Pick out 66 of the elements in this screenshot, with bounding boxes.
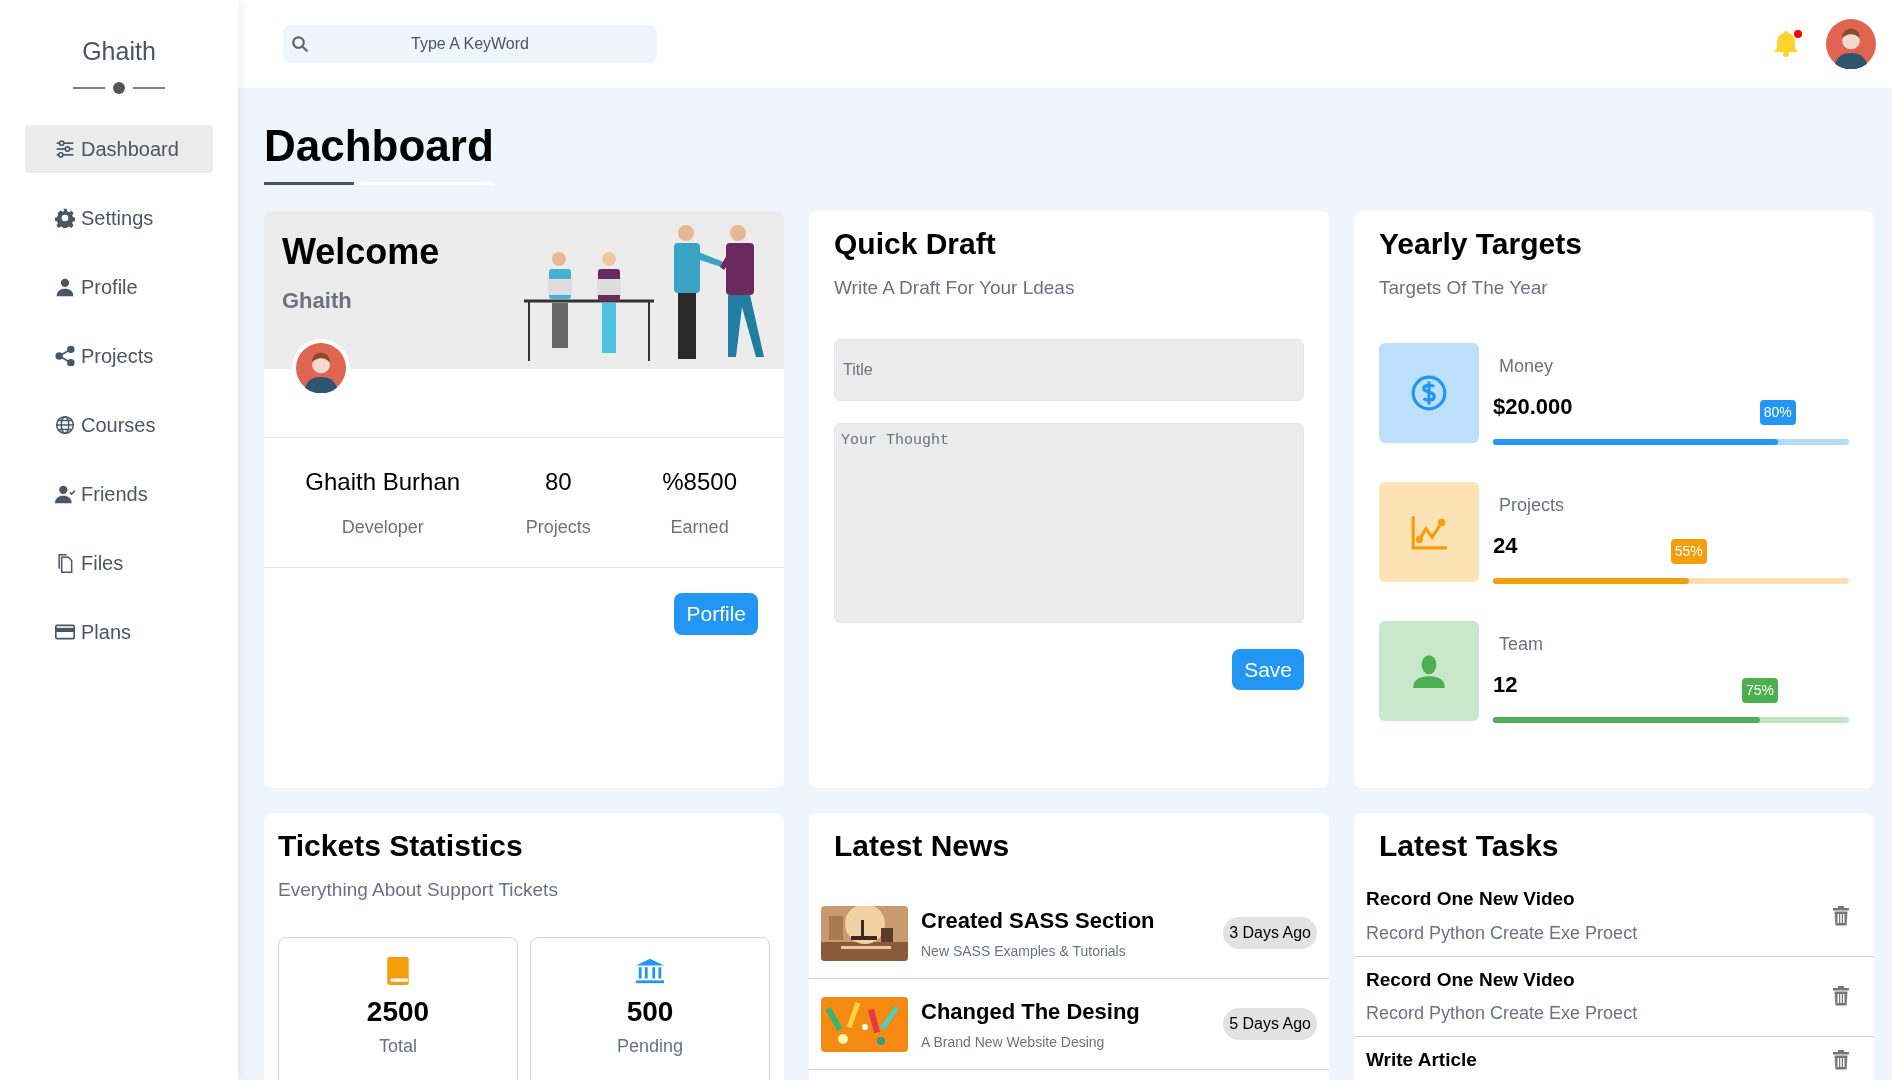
stat-label: Total: [379, 1034, 417, 1058]
page-title: Dachboard: [264, 121, 494, 170]
welcome-heading: Welcome: [282, 230, 440, 274]
news-title: Created SASS Section: [921, 907, 1155, 935]
task-title: Record One New Video: [1366, 887, 1575, 911]
sidebar-item[interactable]: Projects: [25, 331, 213, 380]
stat-value: %8500: [662, 467, 737, 497]
globe-icon: [55, 414, 75, 435]
news-subtitle: A Brand New Website Desing: [921, 1033, 1105, 1052]
stat-label: Projects: [525, 516, 591, 539]
thought-textarea[interactable]: Your Thought: [834, 422, 1304, 623]
card-subtitle: Write A Draft For Your Ldeas: [834, 276, 1075, 300]
title-input[interactable]: Title: [834, 338, 1304, 401]
search-icon: [291, 35, 309, 53]
sidebar-item[interactable]: Plans: [25, 607, 213, 656]
target-label: Projects: [1499, 493, 1565, 517]
stat-label: Earned: [670, 516, 729, 539]
target-value: 24: [1493, 531, 1518, 560]
card-title: Tickets Statistics: [278, 828, 523, 864]
task-title: Record One New Video: [1366, 967, 1575, 992]
sidebar-item[interactable]: Courses: [25, 400, 213, 449]
stat-value: Ghaith Burhan: [305, 467, 461, 497]
user-name: Ghaith: [282, 287, 352, 315]
stat-value: 500: [626, 994, 674, 1029]
sidebar-item[interactable]: Files: [25, 538, 213, 587]
users-icon: [55, 483, 75, 504]
card-title: Quick Draft: [834, 226, 996, 262]
stat-label: Developer: [341, 516, 424, 539]
share-icon: [55, 345, 75, 366]
date-badge: 3 Days Ago: [1223, 917, 1317, 949]
stat-value: 80: [545, 467, 572, 497]
card-title: Latest News: [833, 828, 1011, 864]
date-badge: 5 Days Ago: [1223, 1008, 1317, 1040]
card-title: Yearly Targets: [1379, 226, 1582, 262]
card-title: Latest Tasks: [1378, 828, 1560, 864]
target-value: 12: [1493, 670, 1518, 699]
sliders-icon: [55, 138, 75, 159]
sidebar-item[interactable]: Settings: [25, 193, 213, 242]
stat-value: 2500: [366, 994, 430, 1029]
search-field[interactable]: Type A KeyWord: [283, 25, 657, 63]
target-label: Money: [1499, 354, 1554, 378]
sidebar-item[interactable]: Profile: [25, 262, 213, 311]
percent-badge: 75%: [1742, 677, 1778, 703]
task-description: Record Python Create Exe Proect: [1366, 1002, 1638, 1025]
card-subtitle: Targets Of The Year: [1379, 276, 1548, 300]
trash-icon[interactable]: [1832, 1050, 1850, 1071]
settings-icon: [55, 207, 75, 228]
percent-badge: 80%: [1759, 399, 1796, 425]
stat-label: Pending: [616, 1034, 684, 1058]
percent-badge: 55%: [1670, 538, 1707, 564]
news-title: Changed The Desing: [921, 998, 1140, 1026]
sidebar-item[interactable]: Dashboard: [25, 124, 213, 173]
news-subtitle: New SASS Examples & Tutorials: [921, 942, 1126, 961]
task-title: Write Article: [1366, 1048, 1477, 1072]
trash-icon[interactable]: [1832, 986, 1850, 1007]
avatar: [1826, 19, 1876, 69]
logo-text: Ghaith: [82, 37, 156, 65]
task-description: Record Python Create Exe Proect: [1366, 921, 1638, 945]
user-icon: [55, 276, 75, 297]
dollar-coin-icon: [1410, 373, 1448, 412]
target-value: $20.000: [1493, 392, 1573, 421]
file-icon: [55, 552, 75, 573]
target-label: Team: [1499, 632, 1543, 656]
trash-icon[interactable]: [1832, 905, 1850, 926]
sidebar-item[interactable]: Friends: [25, 469, 213, 518]
card-subtitle: Everything About Support Tickets: [278, 878, 558, 902]
